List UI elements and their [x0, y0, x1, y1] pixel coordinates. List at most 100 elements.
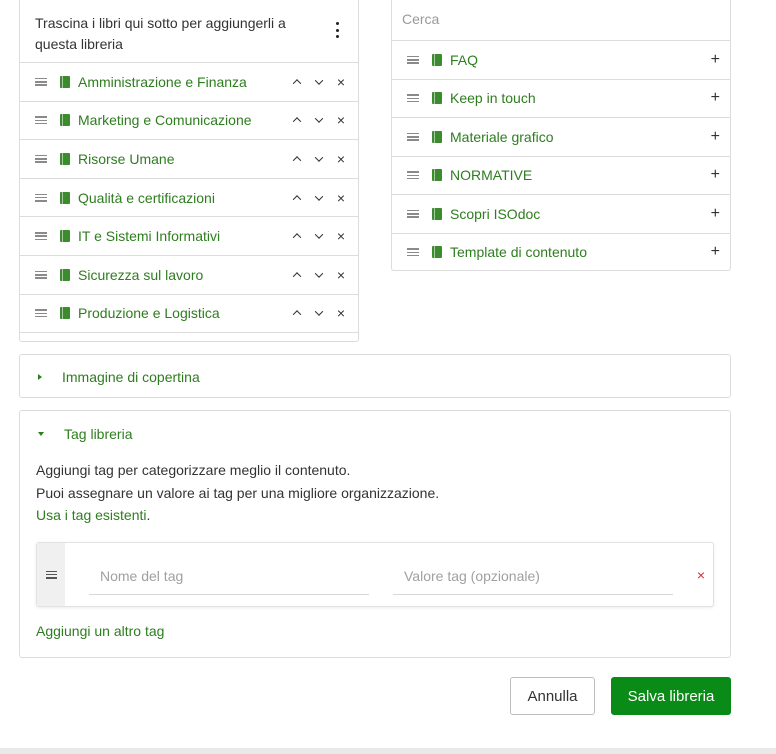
remove-book-icon[interactable]: × — [334, 268, 348, 282]
book-icon — [60, 114, 70, 127]
book-label[interactable]: Keep in touch — [450, 90, 536, 106]
available-book-row[interactable]: NORMATIVE + — [392, 155, 730, 195]
drag-handle-icon[interactable] — [35, 270, 47, 279]
book-label[interactable]: Scopri ISOdoc — [450, 206, 540, 222]
drag-handle-icon[interactable] — [35, 193, 47, 202]
move-up-icon[interactable] — [290, 152, 304, 166]
library-book-row[interactable]: IT e Sistemi Informativi × — [20, 216, 358, 255]
move-down-icon[interactable] — [312, 75, 326, 89]
book-icon — [432, 92, 442, 105]
cover-image-title: Immagine di copertina — [62, 369, 200, 385]
drag-handle-icon[interactable] — [407, 132, 419, 141]
book-label[interactable]: Amministrazione e Finanza — [78, 74, 247, 90]
tags-description-line1: Aggiungi tag per categorizzare meglio il… — [36, 462, 351, 478]
remove-book-icon[interactable]: × — [334, 113, 348, 127]
available-book-row[interactable]: Keep in touch + — [392, 78, 730, 118]
cancel-button[interactable]: Annulla — [510, 677, 595, 715]
library-book-row-partial — [20, 332, 358, 341]
add-book-icon[interactable]: + — [711, 167, 720, 183]
library-book-row[interactable]: Marketing e Comunicazione × — [20, 100, 358, 140]
add-book-icon[interactable]: + — [711, 90, 720, 106]
drag-handle-icon[interactable] — [407, 209, 419, 218]
tag-entry-row: × — [36, 542, 714, 607]
book-label[interactable]: Produzione e Logistica — [78, 305, 220, 321]
library-book-row[interactable]: Sicurezza sul lavoro × — [20, 254, 358, 294]
add-book-icon[interactable]: + — [711, 205, 720, 222]
available-book-row[interactable]: FAQ + — [392, 40, 730, 79]
tag-name-input[interactable] — [89, 557, 369, 594]
drag-handle-icon[interactable] — [35, 116, 47, 125]
remove-book-icon[interactable]: × — [334, 306, 348, 320]
save-library-button[interactable]: Salva libreria — [611, 677, 731, 715]
book-label[interactable]: Qualità e certificazioni — [78, 190, 215, 206]
move-down-icon[interactable] — [312, 113, 326, 127]
tag-name-field — [89, 557, 369, 595]
move-down-icon[interactable] — [312, 191, 326, 205]
drag-hint-text: Trascina i libri qui sotto per aggiunger… — [35, 15, 286, 52]
use-existing-tags-link[interactable]: Usa i tag esistenti — [36, 507, 147, 523]
search-box — [392, 0, 730, 40]
drag-handle-icon[interactable] — [407, 248, 419, 257]
book-label[interactable]: Marketing e Comunicazione — [78, 112, 252, 128]
move-down-icon[interactable] — [312, 229, 326, 243]
book-label[interactable]: Materiale grafico — [450, 129, 554, 145]
available-book-row[interactable]: Materiale grafico + — [392, 117, 730, 156]
move-down-icon[interactable] — [312, 306, 326, 320]
library-tags-section: Tag libreria Aggiungi tag per categorizz… — [19, 410, 731, 658]
existing-tags-line: Usa i tag esistenti. — [36, 504, 714, 527]
move-up-icon[interactable] — [290, 268, 304, 282]
remove-book-icon[interactable]: × — [334, 191, 348, 205]
drag-handle-icon[interactable] — [35, 154, 47, 163]
book-label[interactable]: Risorse Umane — [78, 151, 174, 167]
book-icon — [432, 207, 442, 220]
remove-book-icon[interactable]: × — [334, 229, 348, 243]
library-book-row[interactable]: Amministrazione e Finanza × — [20, 62, 358, 101]
book-label[interactable]: FAQ — [450, 52, 478, 68]
drag-handle-icon[interactable] — [407, 55, 419, 64]
library-tags-title: Tag libreria — [64, 426, 133, 442]
available-book-row[interactable]: Scopri ISOdoc + — [392, 194, 730, 233]
move-down-icon[interactable] — [312, 268, 326, 282]
add-book-icon[interactable]: + — [711, 51, 720, 68]
tags-description: Aggiungi tag per categorizzare meglio il… — [20, 457, 730, 527]
move-up-icon[interactable] — [290, 113, 304, 127]
tag-drag-handle[interactable] — [37, 543, 65, 606]
book-label[interactable]: Sicurezza sul lavoro — [78, 267, 203, 283]
book-icon — [60, 268, 70, 281]
drag-handle-icon[interactable] — [35, 309, 47, 318]
library-book-row[interactable]: Risorse Umane × — [20, 139, 358, 178]
remove-tag-icon[interactable]: × — [697, 567, 705, 583]
available-books-panel: FAQ + Keep in touch + Materiale grafico … — [391, 0, 731, 271]
drag-handle-icon[interactable] — [407, 94, 419, 103]
library-tags-toggle[interactable]: Tag libreria — [20, 411, 730, 457]
book-label[interactable]: Template di contenuto — [450, 244, 587, 260]
library-book-row[interactable]: Qualità e certificazioni × — [20, 177, 358, 217]
book-label[interactable]: IT e Sistemi Informativi — [78, 228, 220, 244]
drag-handle-icon[interactable] — [407, 171, 419, 180]
cover-image-toggle[interactable]: Immagine di copertina — [20, 355, 730, 399]
move-up-icon[interactable] — [290, 191, 304, 205]
search-input[interactable] — [402, 11, 720, 27]
add-book-icon[interactable]: + — [711, 128, 720, 145]
remove-book-icon[interactable]: × — [334, 152, 348, 166]
drag-handle-icon — [45, 570, 57, 579]
more-options-icon[interactable] — [332, 22, 342, 38]
remove-book-icon[interactable]: × — [334, 75, 348, 89]
tag-value-input[interactable] — [393, 557, 673, 594]
library-books-header: Trascina i libri qui sotto per aggiunger… — [20, 0, 358, 62]
tag-value-field — [393, 557, 673, 595]
library-book-row[interactable]: Produzione e Logistica × — [20, 293, 358, 333]
book-label[interactable]: NORMATIVE — [450, 167, 532, 183]
drag-handle-icon[interactable] — [35, 232, 47, 241]
caret-right-icon — [38, 374, 42, 380]
move-up-icon[interactable] — [290, 229, 304, 243]
cover-image-section: Immagine di copertina — [19, 354, 731, 398]
move-up-icon[interactable] — [290, 306, 304, 320]
book-icon — [60, 75, 70, 88]
drag-handle-icon[interactable] — [35, 77, 47, 86]
available-book-row[interactable]: Template di contenuto + — [392, 232, 730, 271]
move-up-icon[interactable] — [290, 75, 304, 89]
move-down-icon[interactable] — [312, 152, 326, 166]
add-book-icon[interactable]: + — [711, 244, 720, 260]
add-another-tag-link[interactable]: Aggiungi un altro tag — [36, 623, 164, 639]
